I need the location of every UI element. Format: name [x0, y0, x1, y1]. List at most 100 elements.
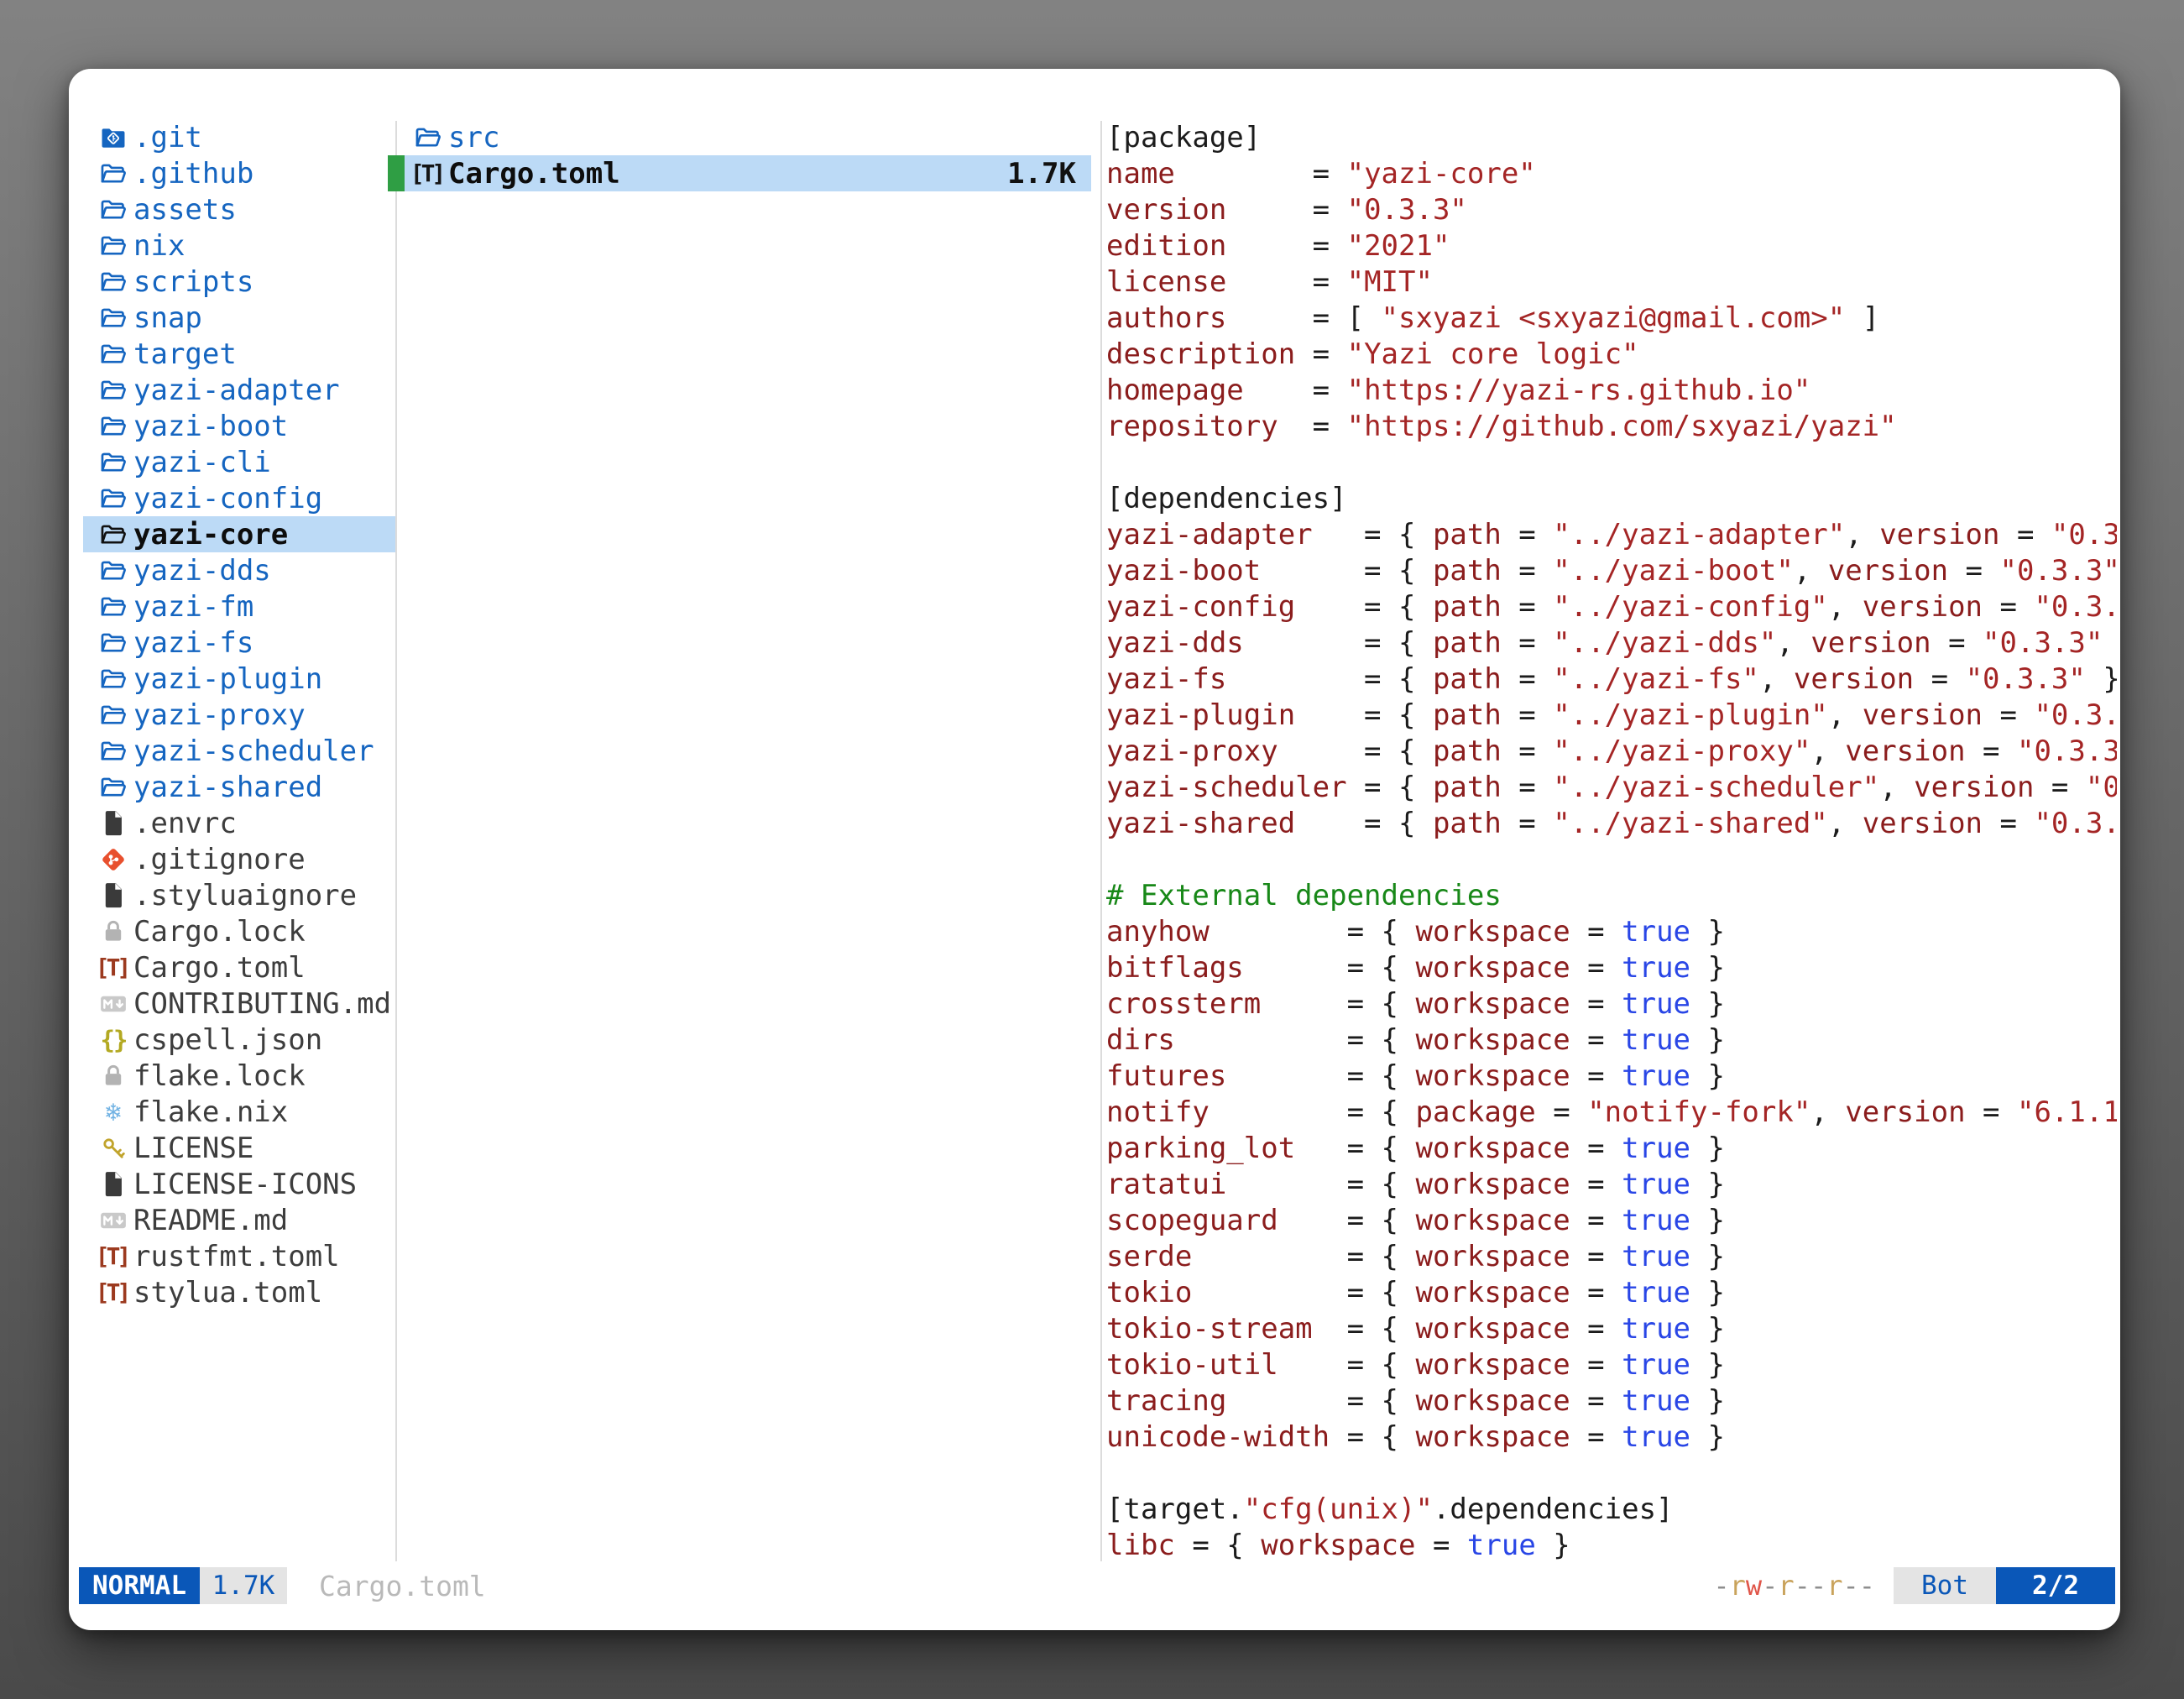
item-label: .github [133, 157, 253, 191]
folder-open-icon [97, 590, 130, 624]
item-label: README.md [133, 1204, 288, 1237]
parent-item-git[interactable]: .git [83, 119, 395, 155]
parent-item-contributing-md[interactable]: CONTRIBUTING.md [83, 985, 395, 1022]
preview-line: [target."cfg(unix)".dependencies] [1106, 1491, 2117, 1527]
preview-line [1106, 1455, 2117, 1491]
permissions: -rw-r--r-- [1713, 1570, 1875, 1602]
folder-open-icon [97, 482, 130, 515]
mode-badge: NORMAL [79, 1567, 200, 1604]
folder-open-icon [97, 229, 130, 263]
parent-item-readme-md[interactable]: README.md [83, 1202, 395, 1238]
toml-icon: [T] [97, 1276, 130, 1310]
preview-line: yazi-dds = { path = "../yazi-dds", versi… [1106, 625, 2117, 661]
preview-line: description = "Yazi core logic" [1106, 336, 2117, 372]
toml-icon: [T] [97, 951, 130, 985]
parent-item-snap[interactable]: snap [83, 300, 395, 336]
item-label: CONTRIBUTING.md [133, 987, 391, 1021]
preview-line: homepage = "https://yazi-rs.github.io" [1106, 372, 2117, 408]
preview-line: repository = "https://github.com/sxyazi/… [1106, 408, 2117, 444]
folder-open-icon [97, 518, 130, 552]
parent-item-nix[interactable]: nix [83, 227, 395, 264]
parent-item-target[interactable]: target [83, 336, 395, 372]
current-item-src[interactable]: src [388, 119, 1091, 155]
item-label: stylua.toml [133, 1276, 322, 1310]
preview-line: serde = { workspace = true } [1106, 1238, 2117, 1274]
toml-icon: [T] [97, 1240, 130, 1273]
parent-item-yazi-plugin[interactable]: yazi-plugin [83, 661, 395, 697]
counter-badge: 2/2 [1996, 1567, 2115, 1604]
item-label: flake.lock [133, 1059, 306, 1093]
item-label: Cargo.toml [448, 157, 620, 191]
preview-line: notify = { package = "notify-fork", vers… [1106, 1094, 2117, 1130]
desktop-background: .git.githubassetsnixscriptssnaptargetyaz… [0, 0, 2184, 1699]
parent-item-scripts[interactable]: scripts [83, 264, 395, 300]
parent-item-styluaignore[interactable]: .styluaignore [83, 877, 395, 913]
parent-item-gitignore[interactable]: .gitignore [83, 841, 395, 877]
parent-item-flake-lock[interactable]: flake.lock [83, 1058, 395, 1094]
preview-line: yazi-fs = { path = "../yazi-fs", version… [1106, 661, 2117, 697]
item-label: Cargo.lock [133, 915, 306, 949]
item-label: .envrc [133, 807, 237, 840]
parent-item-yazi-proxy[interactable]: yazi-proxy [83, 697, 395, 733]
folder-open-icon [97, 734, 130, 768]
item-label: nix [133, 229, 185, 263]
parent-item-rustfmt-toml[interactable]: [T]rustfmt.toml [83, 1238, 395, 1274]
parent-item-yazi-core[interactable]: yazi-core [83, 516, 395, 552]
parent-item-yazi-fm[interactable]: yazi-fm [83, 588, 395, 625]
preview-line: license = "MIT" [1106, 264, 2117, 300]
item-label: .gitignore [133, 843, 306, 876]
preview-line: tokio-stream = { workspace = true } [1106, 1310, 2117, 1346]
parent-item-yazi-boot[interactable]: yazi-boot [83, 408, 395, 444]
folder-open-icon [97, 554, 130, 588]
preview-line: authors = [ "sxyazi <sxyazi@gmail.com>" … [1106, 300, 2117, 336]
parent-item-yazi-cli[interactable]: yazi-cli [83, 444, 395, 480]
item-label: scripts [133, 265, 253, 299]
item-label: yazi-config [133, 482, 322, 515]
preview-line: edition = "2021" [1106, 227, 2117, 264]
preview-line: yazi-proxy = { path = "../yazi-proxy", v… [1106, 733, 2117, 769]
git-icon [97, 843, 130, 876]
folder-open-icon [97, 337, 130, 371]
parent-item-yazi-fs[interactable]: yazi-fs [83, 625, 395, 661]
parent-item-license[interactable]: LICENSE [83, 1130, 395, 1166]
parent-item-yazi-config[interactable]: yazi-config [83, 480, 395, 516]
parent-item-stylua-toml[interactable]: [T]stylua.toml [83, 1274, 395, 1310]
parent-item-assets[interactable]: assets [83, 191, 395, 227]
parent-item-license-icons[interactable]: LICENSE-ICONS [83, 1166, 395, 1202]
preview-line: yazi-boot = { path = "../yazi-boot", ver… [1106, 552, 2117, 588]
item-label: yazi-core [133, 518, 288, 552]
current-item-cargo-toml[interactable]: [T]Cargo.toml1.7K [388, 155, 1091, 191]
file-icon [97, 879, 130, 912]
json-braces-icon: {} [97, 1023, 130, 1057]
parent-item-yazi-shared[interactable]: yazi-shared [83, 769, 395, 805]
parent-item-yazi-dds[interactable]: yazi-dds [83, 552, 395, 588]
parent-item-cspell-json[interactable]: {}cspell.json [83, 1022, 395, 1058]
folder-open-icon [97, 698, 130, 732]
parent-item-flake-nix[interactable]: ❄flake.nix [83, 1094, 395, 1130]
preview-line: yazi-plugin = { path = "../yazi-plugin",… [1106, 697, 2117, 733]
folder-open-icon [97, 626, 130, 660]
parent-item-yazi-adapter[interactable]: yazi-adapter [83, 372, 395, 408]
parent-item-yazi-scheduler[interactable]: yazi-scheduler [83, 733, 395, 769]
selected-marker [388, 155, 405, 191]
item-label: src [448, 121, 499, 154]
preview-line: unicode-width = { workspace = true } [1106, 1419, 2117, 1455]
preview-line [1106, 444, 2117, 480]
item-label: flake.nix [133, 1095, 288, 1129]
preview-line: version = "0.3.3" [1106, 191, 2117, 227]
item-label: target [133, 337, 237, 371]
item-label: yazi-boot [133, 410, 288, 443]
parent-item-cargo-lock[interactable]: Cargo.lock [83, 913, 395, 949]
lock-icon [97, 1059, 130, 1093]
git-folder-icon [97, 121, 130, 154]
status-filename: Cargo.toml [319, 1570, 486, 1602]
parent-item-github[interactable]: .github [83, 155, 395, 191]
item-label: yazi-dds [133, 554, 271, 588]
parent-item-envrc[interactable]: .envrc [83, 805, 395, 841]
item-label: yazi-adapter [133, 374, 340, 407]
preview-line: tracing = { workspace = true } [1106, 1383, 2117, 1419]
folder-open-icon [97, 771, 130, 804]
item-label: yazi-shared [133, 771, 322, 804]
parent-item-cargo-toml[interactable]: [T]Cargo.toml [83, 949, 395, 985]
item-label: snap [133, 301, 202, 335]
